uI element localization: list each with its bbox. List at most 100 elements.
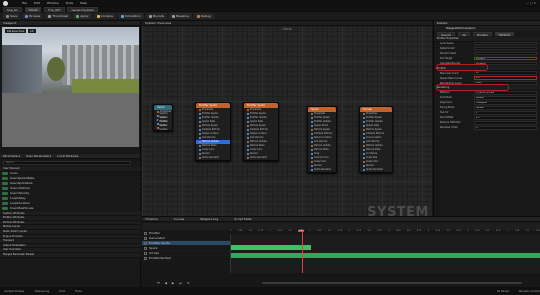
param-section[interactable]: Merged Parameter Ballast — [0, 252, 141, 258]
main-toolbar: Save Browse Thumbnail Apply Compile Simulatio… — [0, 12, 540, 21]
node-row-label: Sprite Renderer — [250, 156, 268, 159]
emitter-bar-1[interactable] — [231, 245, 311, 250]
track-enable-checkbox[interactable] — [144, 251, 147, 255]
menu-item-file[interactable]: File — [22, 1, 27, 5]
node-pin-icon — [363, 117, 365, 119]
property-value[interactable]: 0 — [474, 125, 537, 130]
apply-icon — [76, 14, 80, 18]
track-enable-checkbox[interactable] — [144, 241, 147, 245]
emitter-node[interactable]: Emitter Sprite Properties Emitter Spawn Emi… — [243, 102, 279, 161]
details-subtab[interactable]: Emitter — [473, 32, 493, 37]
tab-param-1[interactable]: User Parameters — [26, 154, 51, 158]
emitter-node[interactable]: Smoke Properties Emitter Spawn Emitter Upda… — [359, 106, 393, 173]
node-row[interactable]: Emitter Update — [154, 124, 172, 131]
node-row[interactable]: Sprite Renderer — [244, 156, 278, 160]
property-value[interactable] — [474, 46, 537, 51]
property-value[interactable]: 0.5 — [474, 115, 537, 120]
timeline-tab[interactable]: Curves — [174, 217, 184, 221]
viewport-scene[interactable]: Perspective Lit — [2, 27, 139, 147]
debug-icon — [196, 14, 200, 18]
track-enable-checkbox[interactable] — [144, 236, 147, 240]
save-icon — [6, 14, 9, 18]
tab-param-0[interactable]: Parameters — [3, 154, 20, 158]
node-row[interactable]: Sprite Renderer — [360, 168, 392, 172]
toolbar-bounds-button[interactable]: Bounds — [145, 13, 168, 19]
simulation-icon — [120, 14, 124, 18]
viewport-mode-button[interactable]: Perspective — [5, 29, 27, 33]
toolbar-browse-button[interactable]: Browse — [22, 13, 44, 19]
status-0[interactable]: Content Drawer — [4, 290, 25, 293]
track-label: EmitterSprite2 — [149, 255, 171, 260]
node-pin-icon — [363, 157, 365, 159]
compile-label: Compile — [100, 14, 113, 18]
toolbar-compile-button[interactable]: Compile — [93, 13, 116, 19]
property-value[interactable]: 1 — [474, 110, 537, 115]
toolbar-thumbnail-button[interactable]: Thumbnail — [45, 13, 72, 19]
menu-item-help[interactable]: Help — [80, 1, 87, 5]
node-pin-icon — [363, 125, 365, 127]
property-value[interactable]: Default — [474, 105, 537, 110]
property-value[interactable]: CPUSim — [474, 56, 537, 61]
node-pin-icon — [363, 133, 365, 135]
timeline-tab[interactable]: Timeline — [145, 217, 158, 221]
transport-controls[interactable]: ⏮ ◀ ▶ ⏭ ⟲ — [157, 281, 191, 285]
property-value[interactable]: Default — [474, 95, 537, 100]
menu-bar: File Edit Window Tools Help — ▢ ✕ — [0, 0, 540, 7]
property-value[interactable]: 1.0 — [474, 76, 537, 80]
node-pin-icon — [247, 109, 249, 111]
property-value[interactable] — [474, 51, 537, 56]
status-2[interactable]: Cmd — [59, 290, 65, 293]
menu-item-edit[interactable]: Edit — [34, 1, 40, 5]
window-controls[interactable]: — ▢ ✕ — [526, 1, 536, 5]
emitter-node[interactable]: Cloud Properties System Spawn System Update… — [153, 104, 173, 131]
status-4[interactable]: All Saved — [497, 290, 509, 293]
property-value[interactable]: Unaligned — [474, 100, 537, 105]
emitter-node[interactable]: Spark Properties Emitter Spawn Emitter Upda… — [307, 106, 337, 173]
timeline-tab[interactable]: Niagara Log — [200, 217, 218, 221]
toolbar-simulation-button[interactable]: Simulation — [117, 13, 144, 19]
track-enable-checkbox[interactable] — [144, 231, 147, 235]
status-3[interactable]: Trace — [75, 290, 82, 293]
toolbar-save-button[interactable]: Save — [3, 13, 21, 19]
node-pin-icon — [311, 125, 313, 127]
track-enable-checkbox[interactable] — [144, 246, 147, 250]
property-label: Determinism — [440, 47, 455, 51]
parameters-search[interactable]: Search — [3, 161, 131, 165]
node-row[interactable]: Sprite Renderer — [308, 168, 336, 172]
toolbar-baseline-button[interactable]: Baseline — [169, 13, 192, 19]
status-5[interactable]: Revision Control — [519, 290, 540, 293]
property-value[interactable] — [474, 120, 537, 125]
property-label: Random Seed — [440, 52, 456, 56]
status-bar: Content Drawer Output Log Cmd Trace All Save… — [0, 287, 540, 295]
system-overview-graph[interactable]: System Overview Cloud SYSTEM Cloud Proper… — [142, 21, 432, 220]
node-row-label: Sprite Renderer — [366, 168, 384, 171]
track-enable-checkbox[interactable] — [144, 256, 147, 260]
emitter-node[interactable]: Emitter Sprite Properties Emitter Spawn Emi… — [195, 102, 231, 161]
details-subtab[interactable]: All — [458, 32, 471, 37]
node-pin-icon — [157, 119, 159, 121]
unreal-logo-icon[interactable] — [3, 1, 8, 6]
timeline-scrollbar[interactable] — [262, 282, 522, 284]
property-value[interactable]: M_Sprite_Smoke — [474, 90, 537, 95]
tab-param-2[interactable]: Local Modules — [57, 154, 78, 158]
toolbar-apply-button[interactable]: Apply — [73, 13, 92, 19]
timeline-tab[interactable]: Script Stats — [234, 217, 251, 221]
property-value[interactable] — [474, 41, 537, 46]
menu-item-window[interactable]: Window — [47, 1, 59, 5]
emitter-bar-2[interactable] — [231, 253, 540, 258]
viewport-lit-button[interactable]: Lit — [28, 29, 36, 33]
node-pin-icon — [247, 129, 249, 131]
playhead[interactable] — [302, 230, 303, 273]
node-pin-icon — [363, 113, 365, 115]
property-value[interactable]: 10 — [474, 71, 537, 75]
status-1[interactable]: Output Log — [35, 290, 49, 293]
details-subtab[interactable]: Search — [437, 32, 456, 37]
timeline-track[interactable]: EmitterSprite2 — [142, 256, 230, 261]
menu-item-tools[interactable]: Tools — [66, 1, 73, 5]
node-pin-icon — [363, 169, 365, 171]
node-row[interactable]: Sprite Renderer — [196, 156, 230, 160]
highlight-outline-1 — [436, 64, 488, 71]
node-pin-icon — [199, 157, 201, 159]
toolbar-debug-button[interactable]: Debug — [193, 13, 214, 19]
details-subtab[interactable]: Particle — [495, 32, 515, 37]
